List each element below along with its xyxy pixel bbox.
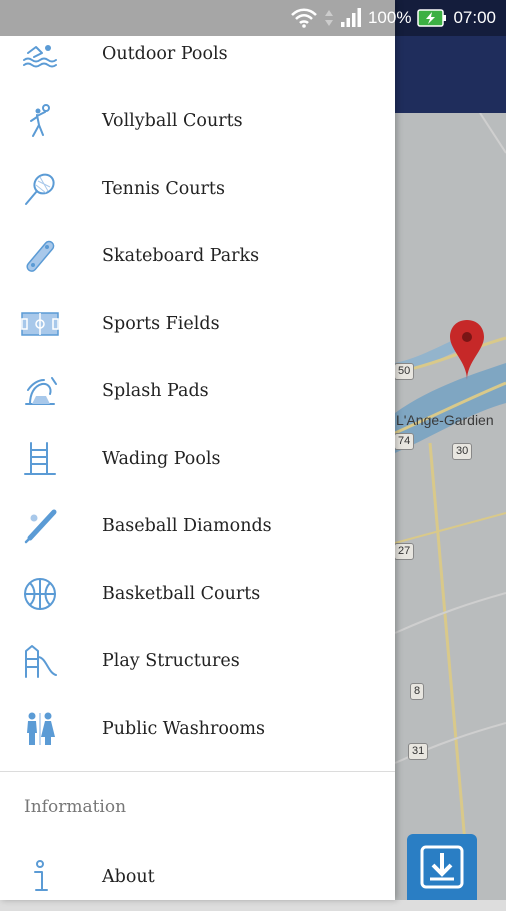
menu-item-play-structures[interactable]: Play Structures — [0, 628, 395, 696]
drawer-menu: Outdoor Pools Vollyball Courts Tennis Co… — [0, 20, 395, 763]
route-shield: 74 — [394, 433, 415, 450]
swimmer-icon — [20, 34, 60, 74]
wifi-icon — [290, 8, 318, 28]
menu-item-skateboard-parks[interactable]: Skateboard Parks — [0, 223, 395, 291]
washroom-icon — [20, 709, 60, 749]
playground-slide-icon — [20, 641, 60, 681]
menu-item-label: Vollyball Courts — [102, 111, 243, 132]
download-button[interactable] — [407, 834, 477, 900]
basketball-icon — [20, 574, 60, 614]
volleyball-player-icon — [20, 101, 60, 141]
menu-item-label: Wading Pools — [102, 448, 221, 469]
menu-item-public-washrooms[interactable]: Public Washrooms — [0, 695, 395, 763]
menu-item-basketball-courts[interactable]: Basketball Courts — [0, 560, 395, 628]
info-icon — [20, 857, 60, 897]
navigation-drawer: Outdoor Pools Vollyball Courts Tennis Co… — [0, 0, 395, 900]
drawer-about-section: About — [0, 843, 395, 911]
menu-item-label: Splash Pads — [102, 381, 209, 402]
clock: 07:00 — [453, 8, 496, 27]
drawer-divider — [0, 771, 395, 772]
menu-item-label: Play Structures — [102, 651, 240, 672]
menu-item-sports-fields[interactable]: Sports Fields — [0, 290, 395, 358]
data-arrows-icon — [324, 8, 334, 28]
menu-item-volleyball-courts[interactable]: Vollyball Courts — [0, 88, 395, 156]
route-shield: 31 — [408, 743, 429, 760]
route-shield: 8 — [410, 683, 425, 700]
download-icon — [420, 845, 464, 889]
menu-item-label: About — [102, 866, 155, 887]
map-place-label: L'Ange-Gardien — [396, 412, 494, 428]
menu-item-label: Outdoor Pools — [102, 43, 228, 64]
skateboard-icon — [20, 236, 60, 276]
menu-item-label: Tennis Courts — [102, 178, 225, 199]
menu-item-label: Baseball Diamonds — [102, 516, 272, 537]
route-shield: 50 — [394, 363, 415, 380]
signal-icon — [340, 8, 362, 28]
menu-item-about[interactable]: About — [0, 843, 395, 911]
menu-item-baseball-diamonds[interactable]: Baseball Diamonds — [0, 493, 395, 561]
menu-item-tennis-courts[interactable]: Tennis Courts — [0, 155, 395, 223]
information-section-title: Information — [24, 797, 127, 817]
pool-ladder-icon — [20, 439, 60, 479]
battery-charging-icon — [417, 8, 447, 28]
menu-item-label: Public Washrooms — [102, 718, 265, 739]
tennis-racket-icon — [20, 169, 60, 209]
menu-item-label: Skateboard Parks — [102, 246, 260, 267]
menu-item-label: Sports Fields — [102, 313, 220, 334]
status-bar: 100% 07:00 — [0, 0, 506, 36]
menu-item-splash-pads[interactable]: Splash Pads — [0, 358, 395, 426]
splash-pad-icon — [20, 371, 60, 411]
menu-item-wading-pools[interactable]: Wading Pools — [0, 425, 395, 493]
route-shield: 30 — [452, 443, 473, 460]
map-marker-icon[interactable] — [450, 320, 484, 384]
menu-item-label: Basketball Courts — [102, 583, 261, 604]
sports-field-icon — [20, 304, 60, 344]
baseball-bat-icon — [20, 506, 60, 546]
battery-percent: 100% — [367, 8, 412, 27]
route-shield: 27 — [394, 543, 415, 560]
